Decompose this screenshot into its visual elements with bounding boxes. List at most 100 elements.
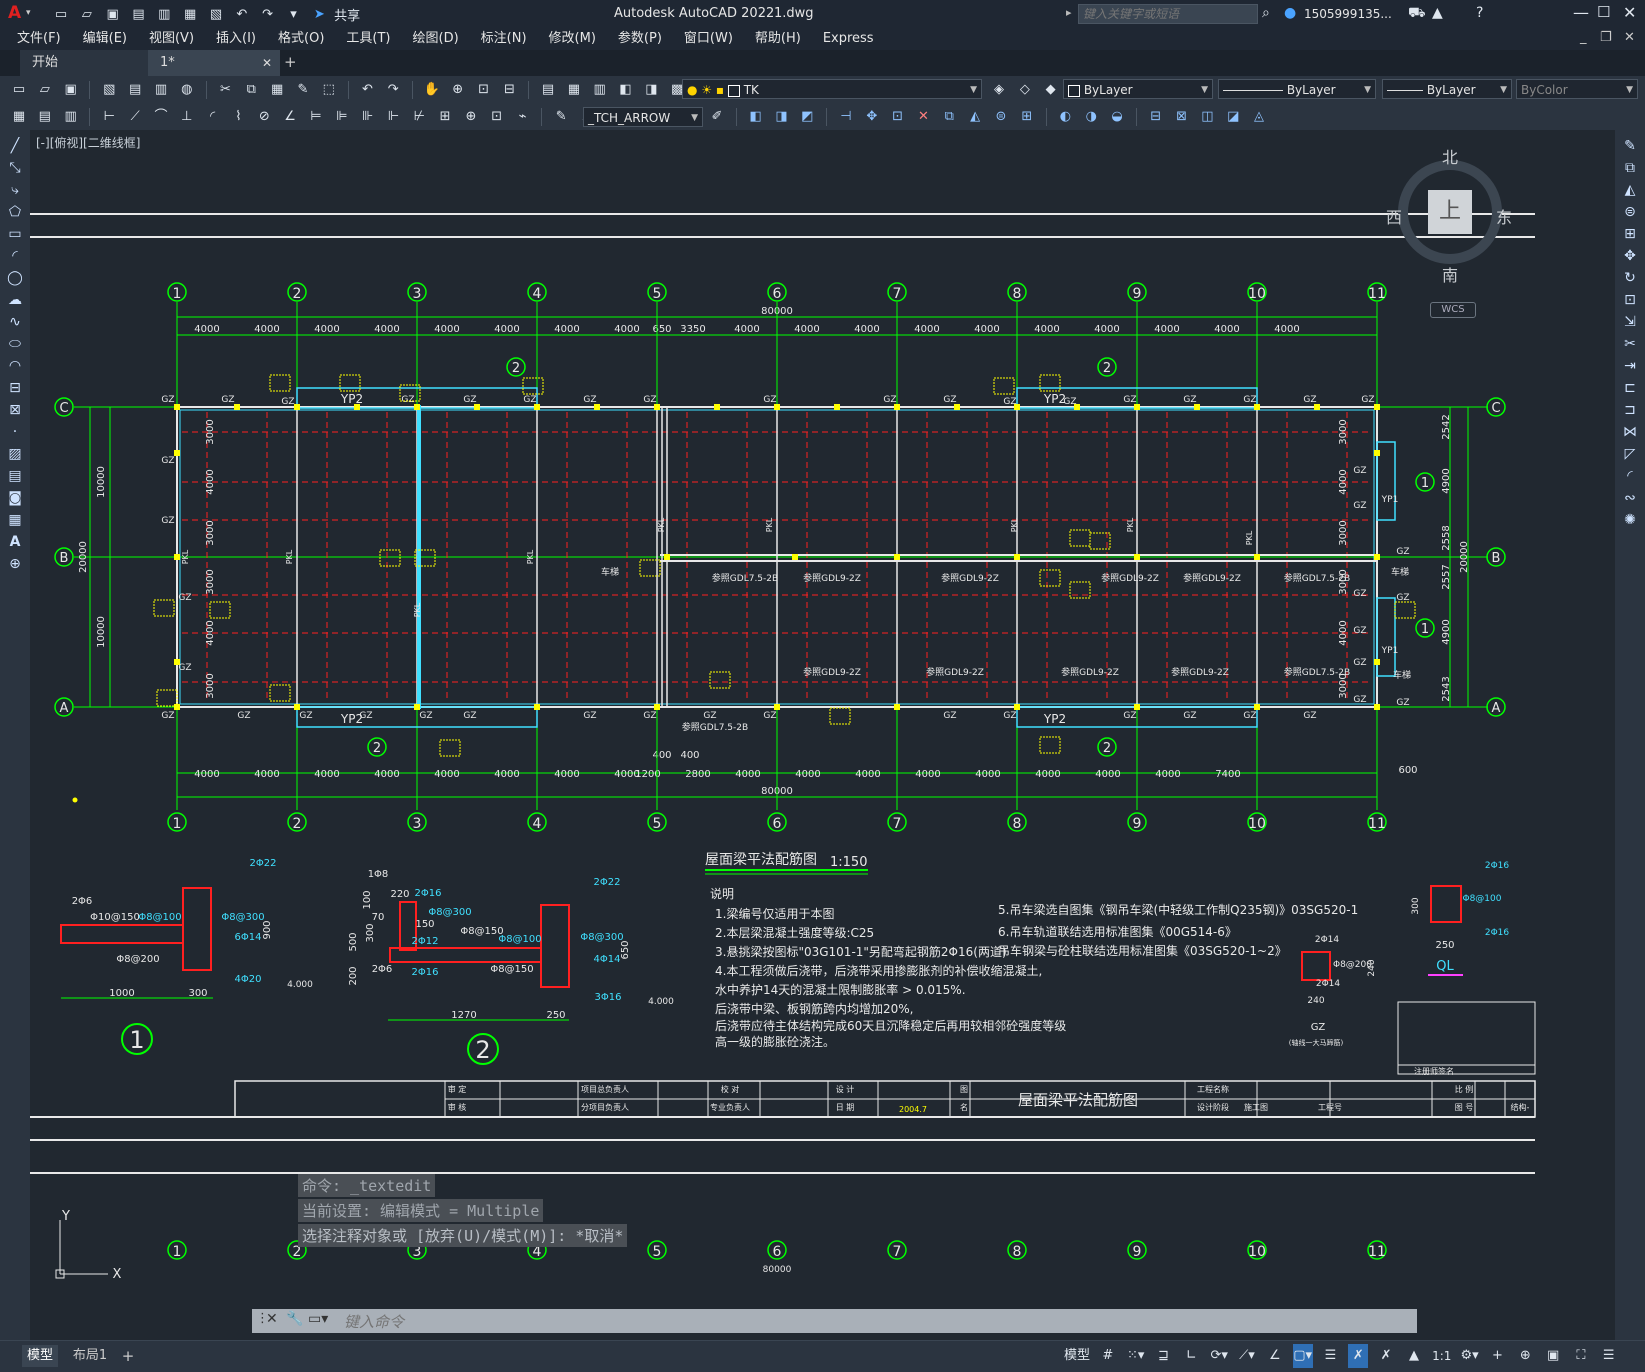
annotation-visibility-icon[interactable]: ✗ [1348, 1344, 1369, 1368]
block-editor-icon[interactable]: ⬚ [320, 81, 338, 99]
ellipse-icon[interactable]: ⬭ [4, 334, 26, 354]
redo-icon[interactable]: ↷ [384, 81, 402, 99]
make-current-layer-icon[interactable]: ◈ [990, 81, 1008, 99]
arc-length-icon[interactable]: ⌒ [152, 108, 170, 126]
tab-document[interactable]: 1* ✕ [148, 50, 280, 76]
menu-item[interactable]: 格式(O) [267, 28, 335, 50]
customization-icon[interactable]: ☰ [1599, 1344, 1619, 1368]
layer-dropdown[interactable]: ● ☀ ▪ TK ▼ [682, 79, 982, 99]
viewcube-south[interactable]: 南 [1442, 262, 1458, 286]
fillet-icon[interactable]: ◜ [1619, 466, 1641, 486]
layer-previous-icon[interactable]: ◇ [1016, 81, 1034, 99]
dim-override-icon[interactable]: ✐ [708, 108, 726, 126]
zoom-previous-icon[interactable]: ⊟ [500, 81, 518, 99]
array-icon[interactable]: ⊞ [1619, 224, 1641, 244]
viewcube-north[interactable]: 北 [1442, 144, 1458, 168]
preview-icon[interactable]: ▤ [126, 81, 144, 99]
properties-icon[interactable]: ▤ [539, 81, 557, 99]
quick-properties-icon[interactable]: ▣ [1543, 1344, 1563, 1368]
scale-icon[interactable]: ⊡ [889, 108, 907, 126]
help-icon[interactable]: ? [1476, 5, 1483, 21]
erase-icon[interactable]: ✕ [914, 108, 932, 126]
center-mark-icon[interactable]: ⊕ [462, 108, 480, 126]
wcs-menu[interactable]: WCS [1430, 302, 1476, 318]
tab-model[interactable]: 模型 [22, 1345, 58, 1367]
plotstyle-dropdown[interactable]: ByColor ▼ [1516, 79, 1638, 99]
explode-icon[interactable]: ✺ [1619, 510, 1641, 530]
annotation-scale-icon[interactable]: ▲ [1404, 1344, 1424, 1368]
linear-dim-icon[interactable]: ⊢ [100, 108, 118, 126]
workspace-gear-icon[interactable]: ⚙▾ [1460, 1344, 1480, 1368]
bring-above-icon[interactable]: ◒ [1108, 108, 1126, 126]
dim-break-icon[interactable]: ⊬ [410, 108, 428, 126]
image-icon[interactable]: ◬ [1250, 108, 1268, 126]
pan-icon[interactable]: ✋ [423, 81, 441, 99]
lineweight-dropdown[interactable]: ByLayer ▼ [1382, 79, 1512, 99]
zoom-window-icon[interactable]: ⊡ [475, 81, 493, 99]
polar-tracking-icon[interactable]: ⟳▾ [1209, 1344, 1229, 1368]
viewcube[interactable]: 上 北 南 东 西 [1386, 148, 1512, 290]
markup-icon[interactable]: ◨ [642, 81, 660, 99]
insert-block-icon[interactable]: ⊟ [1147, 108, 1165, 126]
ungroup-icon[interactable]: ◨ [772, 108, 790, 126]
share-label[interactable]: 共享 [334, 9, 360, 24]
search-expand-icon[interactable]: ▸ [1066, 6, 1072, 19]
search-input[interactable] [1078, 4, 1258, 24]
copy-icon[interactable]: ⧉ [1619, 158, 1641, 178]
arc-icon[interactable]: ◜ [4, 246, 26, 266]
rectangle-icon[interactable]: ▭ [4, 224, 26, 244]
undo-icon[interactable]: ↶ [358, 81, 376, 99]
dim-space-icon[interactable]: ⊩ [384, 108, 402, 126]
linetype-dropdown[interactable]: ByLayer ▼ [1218, 79, 1376, 99]
menu-item[interactable]: Express [812, 28, 885, 50]
break-icon[interactable]: ⊐ [1619, 400, 1641, 420]
command-input[interactable] [342, 1311, 1406, 1333]
snap-icon[interactable]: ⁙▾ [1126, 1344, 1146, 1368]
viewcube-face[interactable]: 上 [1428, 190, 1472, 234]
tab-start[interactable]: 开始 [20, 50, 152, 76]
dim-style-icon[interactable]: ▥ [62, 108, 80, 126]
diameter-dim-icon[interactable]: ⊘ [255, 108, 273, 126]
revision-cloud-icon[interactable]: ☁ [4, 290, 26, 310]
command-close-icon[interactable]: ✕ [266, 1311, 278, 1327]
object-snap-tracking-icon[interactable]: ∠ [1265, 1344, 1285, 1368]
break-at-point-icon[interactable]: ⊏ [1619, 378, 1641, 398]
viewcube-west[interactable]: 西 [1386, 204, 1402, 228]
circle-icon[interactable]: ◯ [4, 268, 26, 288]
group-icon[interactable]: ◧ [747, 108, 765, 126]
color-dropdown[interactable]: ByLayer ▼ [1063, 79, 1213, 99]
join-icon[interactable]: ⋈ [1619, 422, 1641, 442]
viewcube-east[interactable]: 东 [1496, 204, 1512, 228]
save-icon[interactable]: ▣ [62, 81, 80, 99]
stretch-icon[interactable]: ⇲ [1619, 312, 1641, 332]
design-center-icon[interactable]: ▦ [565, 81, 583, 99]
polyline-icon[interactable]: ⤷ [4, 180, 26, 200]
publish-icon[interactable]: ▥ [155, 6, 173, 24]
sheet-set-icon[interactable]: ◧ [617, 81, 635, 99]
menu-item[interactable]: 插入(I) [205, 28, 267, 50]
table-icon[interactable]: ▦ [4, 510, 26, 530]
erase-icon[interactable]: ✎ [1619, 136, 1641, 156]
minimize-icon[interactable]: — [1573, 3, 1589, 22]
redo-icon[interactable]: ↷ [259, 6, 277, 24]
plot-preview-icon[interactable]: ▦ [181, 6, 199, 24]
blend-curves-icon[interactable]: ∾ [1619, 488, 1641, 508]
grid-icon[interactable]: # [1098, 1344, 1118, 1368]
table-icon[interactable]: ▦ [10, 108, 28, 126]
offset-icon[interactable]: ⊜ [1619, 202, 1641, 222]
hatch-icon[interactable]: ▨ [4, 444, 26, 464]
ortho-icon[interactable]: ∟ [1181, 1344, 1201, 1368]
copy-object-icon[interactable]: ⧉ [940, 108, 958, 126]
xref-icon[interactable]: ◪ [1224, 108, 1242, 126]
recent-commands-icon[interactable]: ▭▾ [308, 1311, 328, 1327]
print-icon[interactable]: ▧ [207, 6, 225, 24]
drawing-canvas[interactable]: [-][俯视][二维线框] 80000 80000 4000 4000 4000 4000… [30, 130, 1615, 1340]
doc-minimize-icon[interactable]: _ [1580, 30, 1587, 45]
menu-item[interactable]: 视图(V) [138, 28, 205, 50]
radius-dim-icon[interactable]: ◜ [204, 108, 222, 126]
baseline-dim-icon[interactable]: ⊫ [333, 108, 351, 126]
aligned-dim-icon[interactable]: ⟋ [126, 108, 144, 126]
cart-icon[interactable]: ⛟ [1408, 5, 1426, 23]
jogged-linear-icon[interactable]: ⌁ [514, 108, 532, 126]
group-edit-icon[interactable]: ◩ [798, 108, 816, 126]
